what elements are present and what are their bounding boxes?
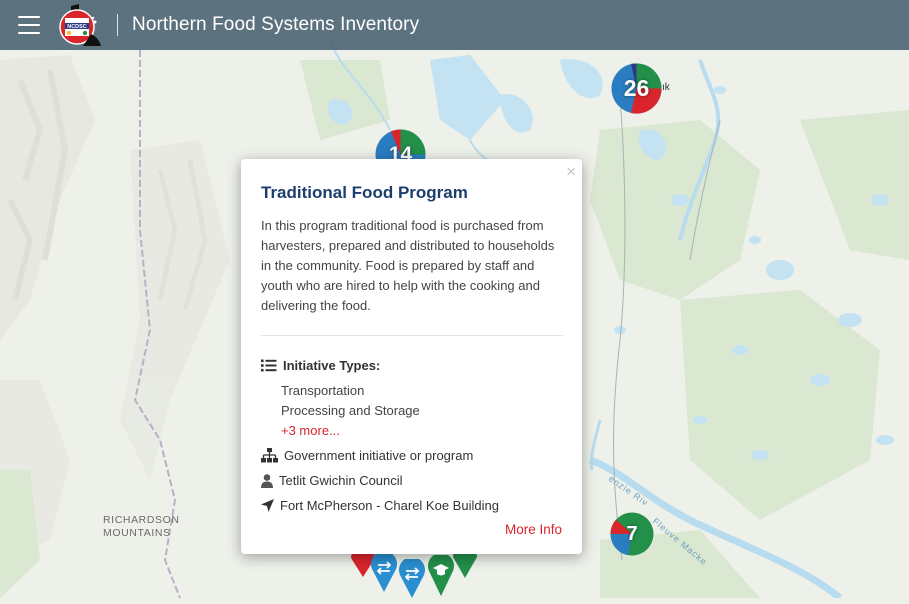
initiative-type-item: Transportation — [281, 383, 365, 398]
close-icon[interactable]: × — [566, 163, 576, 181]
app-header: NCDSC Northern Food Systems Inventory — [0, 0, 909, 50]
more-info-link[interactable]: More Info — [505, 522, 562, 537]
initiative-types-label: Initiative Types: — [283, 358, 381, 373]
initiative-popup: × Traditional Food Program In this progr… — [241, 159, 582, 554]
organization-type-row: Government initiative or program — [261, 448, 473, 463]
app-title: Northern Food Systems Inventory — [132, 14, 420, 35]
cluster-count: 26 — [623, 75, 650, 101]
place-label: ık — [662, 82, 670, 93]
location-row: Fort McPherson - Charel Koe Building — [261, 498, 499, 513]
app-logo[interactable]: NCDSC — [57, 2, 103, 48]
user-icon — [261, 473, 273, 488]
cluster-26[interactable]: 26 — [611, 63, 662, 114]
map-marker-transport[interactable] — [398, 557, 426, 604]
more-types-link[interactable]: +3 more... — [281, 423, 340, 438]
list-icon — [261, 359, 277, 372]
initiative-types-heading: Initiative Types: — [261, 358, 380, 373]
organization-name: Tetlit Gwichin Council — [279, 473, 403, 488]
popup-description: In this program traditional food is purc… — [261, 218, 555, 313]
popup-title: Traditional Food Program — [261, 183, 468, 202]
sitemap-icon — [261, 448, 278, 463]
cluster-count: 7 — [626, 522, 638, 545]
map-marker-transport[interactable] — [370, 551, 398, 598]
logo-text: NCDSC — [67, 24, 87, 30]
location-arrow-icon — [261, 499, 274, 512]
initiative-type-item: Processing and Storage — [281, 403, 420, 418]
header-divider — [117, 14, 118, 36]
hamburger-menu-icon[interactable] — [18, 16, 40, 34]
logo-icon: NCDSC — [59, 4, 101, 46]
cluster-7[interactable]: 7 — [610, 512, 654, 556]
mountains-label: RICHARDSON MOUNTAINS — [103, 514, 180, 539]
location-name: Fort McPherson - Charel Koe Building — [280, 498, 499, 513]
organization-row: Tetlit Gwichin Council — [261, 473, 403, 488]
organization-type: Government initiative or program — [284, 448, 474, 463]
popup-divider — [261, 335, 563, 336]
